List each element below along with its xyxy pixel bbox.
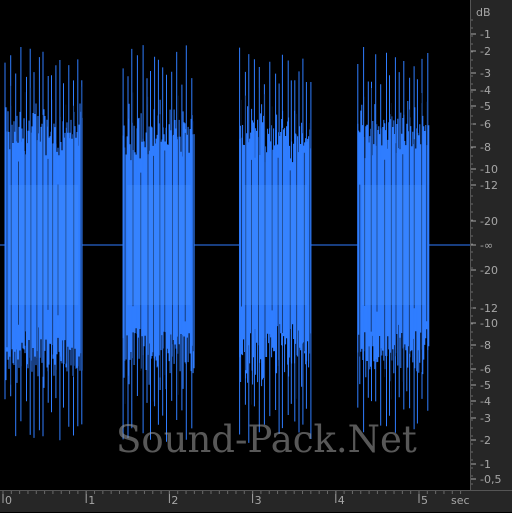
db-unit-label: dB xyxy=(476,6,491,19)
db-label-bottom-7: -4 xyxy=(480,395,491,408)
db-label-bottom-5: -6 xyxy=(480,363,491,376)
db-label-bottom-9: -2 xyxy=(480,434,491,447)
waveform-burst-2 xyxy=(122,45,195,442)
db-label-top-7: -8 xyxy=(480,141,491,154)
db-label-top-5: -5 xyxy=(480,100,491,113)
watermark-text: Sound-Pack.Net xyxy=(116,418,417,461)
db-label-top-10: -20 xyxy=(480,215,498,228)
time-label-2: 2 xyxy=(171,494,178,507)
waveform-canvas[interactable] xyxy=(0,0,470,490)
db-label-bottom-3: -10 xyxy=(480,317,498,330)
waveform-burst-3 xyxy=(239,47,312,443)
db-label-top-4: -4 xyxy=(480,84,491,97)
time-ruler[interactable]: 0 1 2 3 4 5 sec xyxy=(0,490,512,512)
time-label-4: 4 xyxy=(338,494,345,507)
db-label-bottom-10: -1 xyxy=(480,458,491,471)
db-label-top-9: -12 xyxy=(480,179,498,192)
db-label-top-6: -6 xyxy=(480,118,491,131)
db-label-bottom-4: -8 xyxy=(480,339,491,352)
db-label-top-3: -3 xyxy=(480,67,491,80)
db-label-top-1: -1 xyxy=(480,28,491,41)
amplitude-ruler-scale: dB -1 -2 -3 -4 -5 -6 -8 -10 -12 -20 -∞ -20 -12 -10 -8 -6… xyxy=(471,6,501,486)
waveform-editor[interactable]: Sound-Pack.Net dB -1 -2 -3 -4 -5 -6 -8 -10 -12 -20… xyxy=(0,0,512,512)
db-label-bottom-6: -5 xyxy=(480,379,491,392)
db-label-bottom-2: -12 xyxy=(480,302,498,315)
time-label-0: 0 xyxy=(5,494,12,507)
db-label-bottom-11: -0,5 xyxy=(480,473,501,486)
time-unit-label: sec xyxy=(451,494,470,507)
time-ruler-scale[interactable]: 0 1 2 3 4 5 sec xyxy=(0,491,512,513)
db-label-bottom-8: -3 xyxy=(480,412,491,425)
waveform-burst-1 xyxy=(4,47,83,441)
waveform-burst-4 xyxy=(357,47,430,433)
time-label-3: 3 xyxy=(255,494,262,507)
time-label-1: 1 xyxy=(88,494,95,507)
waveform-display[interactable]: Sound-Pack.Net xyxy=(0,0,470,490)
db-label-center: -∞ xyxy=(480,239,493,252)
amplitude-ruler: dB -1 -2 -3 -4 -5 -6 -8 -10 -12 -20 -∞ -20 -12 -10 -8 -6… xyxy=(470,0,512,490)
db-label-top-2: -2 xyxy=(480,45,491,58)
db-label-bottom-1: -20 xyxy=(480,264,498,277)
time-label-5: 5 xyxy=(421,494,428,507)
db-label-top-8: -10 xyxy=(480,163,498,176)
